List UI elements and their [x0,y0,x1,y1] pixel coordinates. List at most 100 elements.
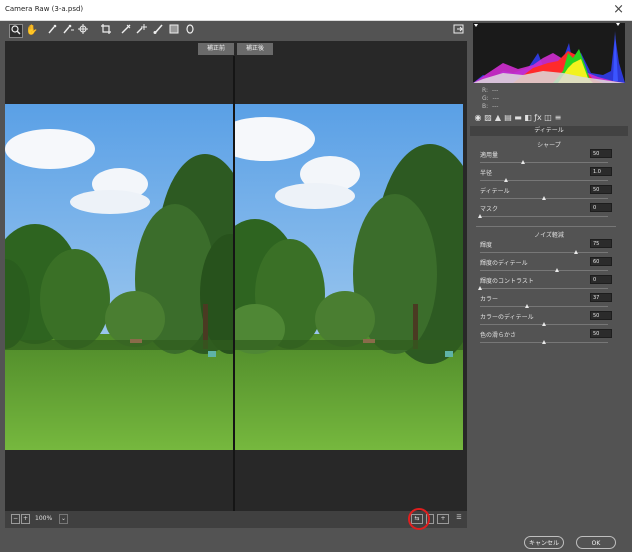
close-icon[interactable]: × [613,2,624,17]
zoom-icon[interactable] [9,24,23,38]
histogram [473,23,625,83]
slider-track[interactable] [480,288,608,289]
slider-thumb[interactable] [521,160,525,164]
split-toning-tab-icon[interactable]: ▬ [513,113,523,122]
zoom-dropdown-icon[interactable]: ⌄ [59,514,68,524]
slider-label: 適用量 [480,152,499,159]
target-adjust-icon[interactable] [77,24,91,38]
hand-icon[interactable]: ✋ [25,24,39,38]
panel-tabs: ◉ ▨ ▲ ▤ ▬ ◧ ƒx ◫ ≡ [473,113,625,125]
before-image [5,104,233,450]
rgb-label-r: R: [482,87,489,94]
zoom-level: 100% [35,515,53,522]
hsl-tab-icon[interactable]: ▤ [503,113,513,122]
slider-thumb[interactable] [478,286,482,290]
slider-value-input[interactable]: 60 [590,257,612,266]
graduated-filter-icon[interactable] [167,24,181,38]
sharpen-slider-row: マスク 0 [478,203,612,221]
slider-thumb[interactable] [574,250,578,254]
slider-thumb[interactable] [504,178,508,182]
basic-tab-icon[interactable]: ◉ [473,113,483,122]
slider-track[interactable] [480,270,608,271]
after-image [235,104,463,450]
slider-label: カラーのディテール [480,314,534,321]
window-title: Camera Raw (3-a.psd) [5,5,84,13]
calibration-tab-icon[interactable]: ◫ [543,113,553,122]
noise-slider-row: 輝度 75 [480,239,612,257]
cancel-button[interactable]: キャンセル [524,536,564,549]
noise-slider-row: 輝度のディテール 60 [480,257,612,275]
slider-label: 輝度のコントラスト [480,278,534,285]
effects-tab-icon[interactable]: ƒx [533,113,543,122]
slider-track[interactable] [480,216,608,217]
sharpen-slider-row: 適用量 50 [480,149,612,167]
highlight-circle [408,508,430,530]
slider-value-input[interactable]: 50 [590,329,612,338]
slider-value-input[interactable]: 1.0 [590,167,612,176]
rgb-label-b: B: [482,103,489,110]
slider-label: 半径 [480,170,493,177]
slider-label: 輝度のディテール [480,260,528,267]
slider-thumb[interactable] [542,340,546,344]
presets-tab-icon[interactable]: ≡ [553,113,563,122]
slider-value-input[interactable]: 50 [590,149,612,158]
crop-icon[interactable] [99,24,113,38]
ok-button[interactable]: OK [576,536,616,549]
adjustment-brush-icon[interactable] [151,24,165,38]
preview-settings-icon[interactable]: ☰ [453,514,465,524]
detail-section-title: ディテール [470,126,628,136]
preview-area[interactable]: 補正前 補正後 [5,41,467,511]
slider-thumb[interactable] [555,268,559,272]
white-balance-icon[interactable] [45,24,59,38]
title-bar: Camera Raw (3-a.psd) × [0,0,632,21]
color-sampler-icon[interactable] [61,24,75,38]
right-panel: R: --- G: --- B: --- ◉ ▨ ▲ ▤ ▬ ◧ ƒx ◫ ≡ ディテール シャ… [470,21,628,528]
slider-label: 輝度 [480,242,493,249]
slider-label: マスク [480,206,499,213]
lens-tab-icon[interactable]: ◧ [523,113,533,122]
zoom-in-icon[interactable]: + [21,514,30,524]
noise-slider-row: カラー 37 [480,293,612,311]
spot-removal-icon[interactable] [135,24,149,38]
rgb-value-b: --- [491,103,499,110]
slider-label: ディテール [480,188,510,195]
before-label: 補正前 [198,43,234,55]
detail-tab-icon[interactable]: ▲ [493,113,503,122]
slider-thumb[interactable] [542,196,546,200]
rgb-readout: R: --- G: --- B: --- [482,87,499,111]
panel-scrollbar[interactable] [616,125,624,525]
slider-value-input[interactable]: 37 [590,293,612,302]
radial-filter-icon[interactable] [183,24,197,38]
fullscreen-icon[interactable] [451,24,465,38]
slider-label: 色の滑らかさ [480,332,517,339]
toolbar: ✋ [5,21,467,41]
noise-slider-row: 輝度のコントラスト 0 [478,275,612,293]
slider-track[interactable] [480,180,608,181]
tone-curve-tab-icon[interactable]: ▨ [483,113,493,122]
swap-icon[interactable]: + [437,514,449,524]
section-divider [476,226,616,227]
noise-slider-row: カラーのディテール 50 [480,311,612,329]
noise-slider-row: 色の滑らかさ 50 [480,329,612,347]
zoom-out-icon[interactable]: − [11,514,20,524]
slider-thumb[interactable] [542,322,546,326]
slider-value-input[interactable]: 0 [590,203,612,212]
slider-value-input[interactable]: 50 [590,311,612,320]
slider-thumb[interactable] [478,214,482,218]
slider-value-input[interactable]: 75 [590,239,612,248]
slider-label: カラー [480,296,499,303]
sharpen-slider-row: 半径 1.0 [480,167,612,185]
after-label: 補正後 [237,43,273,55]
sharpen-slider-row: ディテール 50 [480,185,612,203]
slider-track[interactable] [480,162,608,163]
slider-track[interactable] [480,252,608,253]
slider-value-input[interactable]: 50 [590,185,612,194]
straighten-icon[interactable] [119,24,133,38]
sharpen-heading: シャープ [537,142,561,149]
preview-bottom-bar: − + 100% ⌄ ⇆ + ☰ [5,511,467,528]
rgb-value-r: --- [491,87,499,94]
rgb-value-g: --- [492,95,500,102]
slider-thumb[interactable] [525,304,529,308]
slider-track[interactable] [480,306,608,307]
slider-value-input[interactable]: 0 [590,275,612,284]
